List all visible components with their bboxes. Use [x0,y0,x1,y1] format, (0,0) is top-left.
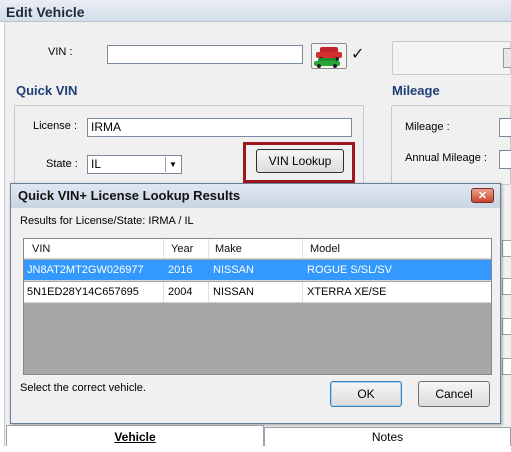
table-row[interactable]: JN8AT2MT2GW026977 2016 NISSAN ROGUE S/SL… [24,260,491,281]
mileage-label: Mileage : [405,121,450,133]
row-model: XTERRA XE/SE [307,286,387,298]
annual-mileage-label: Annual Mileage : [405,152,487,164]
row-year: 2004 [168,286,193,298]
right-top-button[interactable] [503,48,511,68]
row-make: NISSAN [213,286,254,298]
row-vin: JN8AT2MT2GW026977 [27,264,144,276]
window-titlebar: Edit Vehicle [0,0,511,22]
results-label: Results for License/State: IRMA / IL [20,215,194,227]
close-icon[interactable]: ✕ [471,188,494,203]
mileage-group [391,105,511,185]
license-input[interactable]: IRMA [87,118,352,137]
row-model: ROGUE S/SL/SV [307,264,392,276]
dialog-titlebar: Quick VIN+ License Lookup Results ✕ [11,184,500,208]
license-label: License : [33,120,78,132]
header-year[interactable]: Year [171,243,193,255]
header-model[interactable]: Model [310,243,340,255]
dialog-title: Quick VIN+ License Lookup Results [18,188,241,203]
tab-vehicle[interactable]: Vehicle [6,425,264,447]
lookup-results-dialog: Quick VIN+ License Lookup Results ✕ Resu… [10,183,501,424]
state-value: IL [91,157,102,171]
state-label: State : [46,158,78,170]
chevron-down-icon[interactable]: ▼ [165,157,180,172]
row-make: NISSAN [213,264,254,276]
bottom-edge [0,446,511,452]
right-top-panel [392,41,511,75]
checkmark-icon: ✓ [351,46,365,63]
right-edge-panel [500,200,511,420]
dialog-client: Results for License/State: IRMA / IL VIN… [13,208,498,423]
tab-notes[interactable]: Notes [264,427,511,447]
header-vin[interactable]: VIN [32,243,50,255]
results-grid: VIN Year Make Model JN8AT2MT2GW026977 20… [23,238,492,375]
window-title: Edit Vehicle [6,4,85,20]
cancel-button[interactable]: Cancel [418,381,490,407]
select-hint: Select the correct vehicle. [20,382,146,394]
car-lookup-button[interactable] [311,43,347,69]
ok-button[interactable]: OK [330,381,402,407]
vin-lookup-button[interactable]: VIN Lookup [256,149,344,173]
state-select[interactable]: IL ▼ [87,155,182,174]
header-make[interactable]: Make [215,243,242,255]
mileage-input[interactable] [499,118,511,137]
table-row[interactable]: 5N1ED28Y14C657695 2004 NISSAN XTERRA XE/… [24,282,491,303]
annual-mileage-input[interactable] [499,150,511,169]
cars-icon [314,47,342,68]
vin-label: VIN : [48,46,73,58]
row-vin: 5N1ED28Y14C657695 [27,286,139,298]
vin-input[interactable] [107,45,303,64]
mileage-title: Mileage [392,83,440,98]
grid-header: VIN Year Make Model [24,239,491,259]
row-year: 2016 [168,264,193,276]
quick-vin-title: Quick VIN [16,83,78,98]
